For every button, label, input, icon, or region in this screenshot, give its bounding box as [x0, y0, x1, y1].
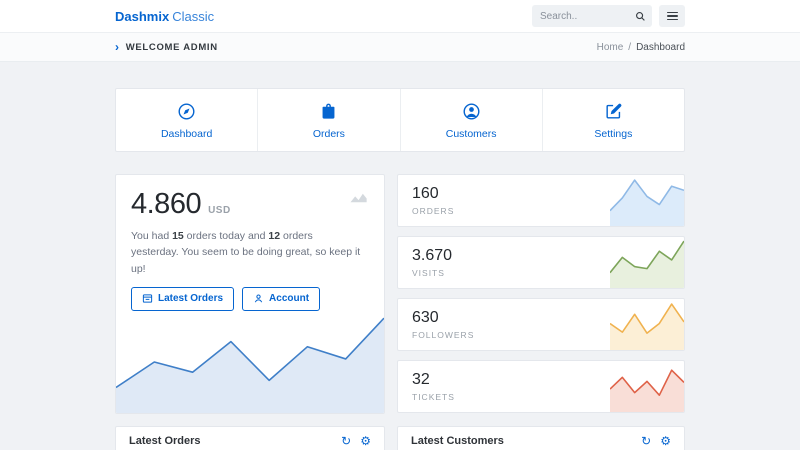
search-input[interactable]: [532, 5, 628, 27]
earnings-area-chart: [116, 311, 384, 413]
gear-icon[interactable]: ⚙: [360, 435, 371, 447]
followers-sparkline: [610, 299, 684, 350]
stat-card-visits: 3.670 VISITS: [397, 236, 685, 289]
stat-label: ORDERS: [412, 206, 454, 216]
latest-customers-panel: Latest Customers ↻ ⚙: [397, 426, 685, 450]
quicknav-label: Customers: [446, 128, 497, 140]
welcome-text: WELCOME ADMIN: [126, 42, 218, 53]
quicknav-item-settings[interactable]: Settings: [542, 89, 684, 151]
search-box: [532, 5, 652, 27]
stat-value: 3.670: [412, 247, 452, 265]
menu-button[interactable]: [659, 5, 685, 27]
orders-today-count: 15: [172, 230, 184, 242]
button-label: Latest Orders: [158, 293, 223, 304]
stat-value: 630: [412, 309, 474, 327]
top-header: DashmixClassic: [0, 0, 800, 33]
earnings-amount: 4.860: [131, 188, 201, 221]
breadcrumb: Home / Dashboard: [597, 42, 685, 53]
user-icon: [253, 293, 264, 304]
user-circle-icon: [462, 102, 481, 121]
quicknav-item-dashboard[interactable]: Dashboard: [116, 89, 257, 151]
orders-sparkline: [610, 175, 684, 226]
search-button[interactable]: [628, 5, 652, 27]
refresh-icon[interactable]: ↻: [641, 435, 651, 447]
stat-value: 160: [412, 185, 454, 203]
stat-card-followers: 630 FOLLOWERS: [397, 298, 685, 351]
app-logo[interactable]: DashmixClassic: [115, 9, 214, 24]
stat-card-tickets: 32 TICKETS: [397, 360, 685, 413]
chart-icon: [348, 187, 370, 204]
dashboard-page: DashmixClassic › WELCOME ADMIN: [0, 0, 800, 450]
account-button[interactable]: Account: [242, 287, 320, 311]
quicknav-label: Dashboard: [161, 128, 212, 140]
panel-title: Latest Customers: [411, 435, 504, 447]
breadcrumb-separator: /: [628, 42, 631, 53]
latest-orders-button[interactable]: Latest Orders: [131, 287, 234, 311]
earnings-card: 4.860 USD You had 15 orders today and 12…: [115, 174, 385, 414]
stat-label: VISITS: [412, 268, 452, 278]
orders-yesterday-count: 12: [268, 230, 280, 242]
stat-label: FOLLOWERS: [412, 330, 474, 340]
stat-label: TICKETS: [412, 392, 455, 402]
gear-icon[interactable]: ⚙: [660, 435, 671, 447]
logo-primary-text: Dashmix: [115, 9, 169, 24]
compass-icon: [177, 102, 196, 121]
refresh-icon[interactable]: ↻: [341, 435, 351, 447]
quicknav-label: Orders: [313, 128, 345, 140]
stat-value: 32: [412, 371, 455, 389]
orders-list-icon: [142, 293, 153, 304]
quicknav-label: Settings: [594, 128, 632, 140]
visits-sparkline: [610, 237, 684, 288]
search-icon: [635, 11, 646, 22]
earnings-currency: USD: [208, 205, 231, 216]
quicknav-item-orders[interactable]: Orders: [257, 89, 399, 151]
panel-title: Latest Orders: [129, 435, 201, 447]
breadcrumb-current: Dashboard: [636, 42, 685, 53]
quicknav-card: Dashboard Orders Customers Settings: [115, 88, 685, 152]
welcome-heading: › WELCOME ADMIN: [115, 41, 218, 53]
quicknav-item-customers[interactable]: Customers: [400, 89, 542, 151]
chevron-right-icon: ›: [115, 41, 120, 53]
tickets-sparkline: [610, 361, 684, 412]
latest-orders-panel: Latest Orders ↻ ⚙: [115, 426, 385, 450]
earnings-summary: You had 15 orders today and 12 orders ye…: [131, 228, 363, 277]
breadcrumb-bar: › WELCOME ADMIN Home / Dashboard: [0, 33, 800, 62]
briefcase-icon: [319, 102, 338, 121]
stat-card-orders: 160 ORDERS: [397, 174, 685, 227]
edit-icon: [604, 102, 623, 121]
stats-column: 160 ORDERS 3.670 VISITS 630 FOLLOWERS: [397, 174, 685, 414]
button-label: Account: [269, 293, 309, 304]
breadcrumb-home-link[interactable]: Home: [597, 42, 624, 53]
logo-secondary-text: Classic: [172, 9, 214, 24]
